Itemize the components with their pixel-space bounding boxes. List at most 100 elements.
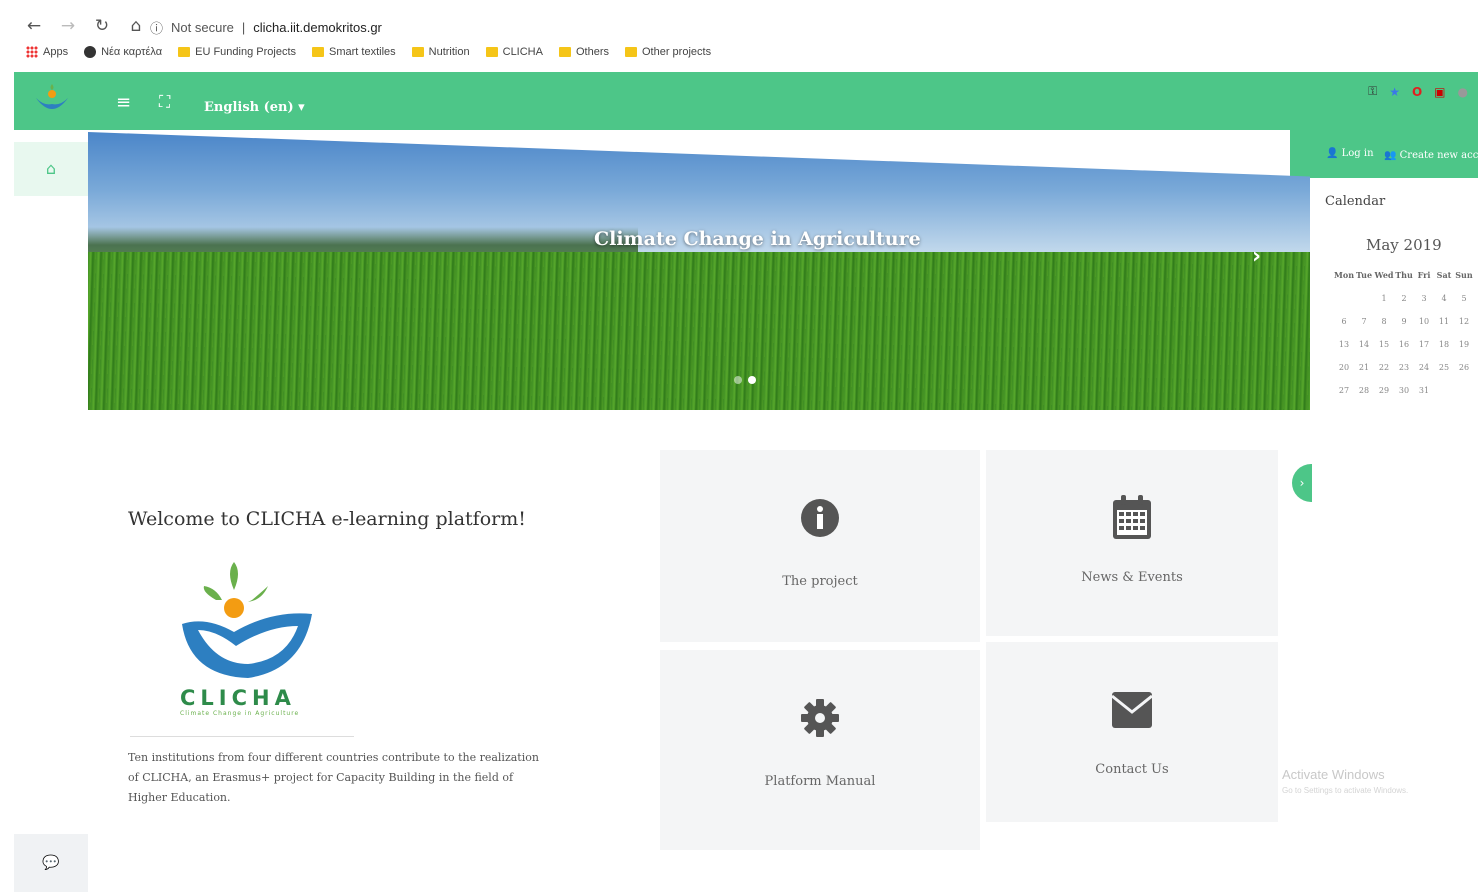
calendar-day[interactable]: 19	[1454, 340, 1474, 349]
calendar-day	[1334, 294, 1354, 303]
calendar-day[interactable]: 3	[1414, 294, 1434, 303]
calendar-day[interactable]: 4	[1434, 294, 1454, 303]
carousel-indicators	[734, 376, 756, 384]
calendar-day[interactable]: 7	[1354, 317, 1374, 326]
bookmark-other-projects[interactable]: Other projects	[624, 46, 711, 58]
calendar-day[interactable]: 30	[1394, 386, 1414, 395]
calendar-day	[1354, 294, 1374, 303]
chevron-right-icon: ›	[1299, 476, 1305, 490]
calendar-day[interactable]: 13	[1334, 340, 1354, 349]
banner-title: Climate Change in Agriculture	[594, 228, 921, 250]
extension-icons: ⚿ ★ O ▣ ●	[1368, 84, 1468, 99]
reload-icon[interactable]: ↻	[92, 16, 112, 36]
messages-button[interactable]: 💬	[14, 834, 88, 892]
calendar-icon	[1113, 495, 1151, 539]
globe-icon	[84, 46, 97, 58]
calendar-day[interactable]: 5	[1454, 294, 1474, 303]
calendar-day[interactable]: 16	[1394, 340, 1414, 349]
pdf-icon[interactable]: ▣	[1434, 85, 1445, 99]
carousel-dot[interactable]	[734, 376, 742, 384]
chevron-right-icon[interactable]: ›	[1252, 244, 1261, 269]
drawer-toggle-button[interactable]: ›	[1292, 464, 1312, 502]
bookmark-smart-textiles[interactable]: Smart textiles	[312, 46, 396, 58]
calendar-day[interactable]: 23	[1394, 363, 1414, 372]
forward-icon[interactable]: →	[58, 16, 78, 36]
profile-icon[interactable]: ●	[1458, 85, 1468, 99]
browser-toolbar: ← → ↻ ⌂ ⓘ Not secure | clicha.iit.demokr…	[0, 0, 1478, 72]
folder-icon	[312, 47, 325, 57]
tile-label: Contact Us	[1095, 762, 1169, 777]
tile-label: Platform Manual	[764, 774, 876, 789]
home-icon[interactable]: ⌂	[126, 16, 146, 36]
tile-contact-us[interactable]: Contact Us	[986, 642, 1278, 822]
envelope-icon	[1111, 692, 1153, 728]
user-plus-icon: 👥	[1384, 150, 1397, 161]
calendar-title: Calendar	[1325, 194, 1386, 209]
calendar-day[interactable]: 29	[1374, 386, 1394, 395]
language-selector[interactable]: English (en) ▾	[204, 100, 305, 115]
calendar-day[interactable]: 11	[1434, 317, 1454, 326]
logo-tagline: Climate Change in Agriculture	[180, 710, 300, 717]
home-nav-button[interactable]: ⌂	[14, 142, 88, 196]
carousel-dot[interactable]	[748, 376, 756, 384]
fullscreen-icon[interactable]: ⛶	[159, 92, 170, 112]
calendar-day[interactable]: 31	[1414, 386, 1434, 395]
bookmark-others[interactable]: Others	[558, 46, 609, 58]
security-label: Not secure	[171, 20, 234, 35]
calendar-day[interactable]: 10	[1414, 317, 1434, 326]
comments-icon: 💬	[42, 855, 60, 871]
bookmark-clicha[interactable]: CLICHA	[485, 46, 543, 58]
windows-watermark-title: Activate Windows	[1282, 767, 1385, 782]
calendar-weekday: Sun	[1455, 270, 1473, 280]
calendar-day[interactable]: 9	[1394, 317, 1414, 326]
calendar-day[interactable]: 8	[1374, 317, 1394, 326]
calendar-weekday: Tue	[1355, 270, 1373, 280]
menu-icon[interactable]: ≡	[116, 92, 131, 113]
back-icon[interactable]: ←	[24, 16, 44, 36]
calendar-day[interactable]: 2	[1394, 294, 1414, 303]
calendar-day[interactable]: 25	[1434, 363, 1454, 372]
bookmark-apps[interactable]: Apps	[26, 46, 68, 58]
windows-watermark-text: Go to Settings to activate Windows.	[1282, 786, 1409, 795]
banner-field	[88, 252, 1310, 410]
folder-icon	[178, 47, 191, 57]
tile-the-project[interactable]: The project	[660, 450, 980, 642]
calendar-day[interactable]: 18	[1434, 340, 1454, 349]
folder-icon	[411, 47, 424, 57]
address-bar[interactable]: ⓘ Not secure | clicha.iit.demokritos.gr	[150, 18, 382, 37]
calendar-day[interactable]: 24	[1414, 363, 1434, 372]
calendar-day[interactable]: 20	[1334, 363, 1354, 372]
calendar-month: May 2019	[1366, 236, 1442, 254]
login-link[interactable]: 👤 Log in	[1326, 148, 1374, 159]
opera-icon[interactable]: O	[1412, 85, 1422, 99]
user-icon: 👤	[1326, 148, 1339, 159]
calendar-day[interactable]: 1	[1374, 294, 1394, 303]
calendar-day[interactable]: 17	[1414, 340, 1434, 349]
bookmark-nutrition[interactable]: Nutrition	[411, 46, 470, 58]
gear-icon	[801, 699, 839, 737]
create-account-link[interactable]: 👥 Create new account	[1384, 150, 1478, 161]
bookmarks-bar: Apps Νέα καρτέλα EU Funding Projects Sma…	[26, 46, 711, 58]
bookmark-new-tab[interactable]: Νέα καρτέλα	[84, 46, 162, 58]
bookmark-eu-funding[interactable]: EU Funding Projects	[178, 46, 296, 58]
calendar-weekday: Fri	[1417, 270, 1431, 280]
star-icon[interactable]: ★	[1389, 85, 1400, 99]
site-logo[interactable]	[30, 80, 74, 120]
calendar-day[interactable]: 28	[1354, 386, 1374, 395]
calendar-day[interactable]: 21	[1354, 363, 1374, 372]
calendar-day[interactable]: 26	[1454, 363, 1474, 372]
url-text[interactable]: clicha.iit.demokritos.gr	[253, 20, 382, 35]
calendar-day[interactable]: 15	[1374, 340, 1394, 349]
logo-wordmark: CLICHA	[180, 686, 296, 710]
calendar-day[interactable]: 12	[1454, 317, 1474, 326]
key-icon[interactable]: ⚿	[1368, 84, 1377, 99]
calendar-day[interactable]: 6	[1334, 317, 1354, 326]
tile-news-events[interactable]: News & Events	[986, 450, 1278, 636]
calendar-day[interactable]: 22	[1374, 363, 1394, 372]
tile-platform-manual[interactable]: Platform Manual	[660, 650, 980, 850]
folder-icon	[624, 47, 637, 57]
calendar-day[interactable]: 14	[1354, 340, 1374, 349]
calendar-weekday: Mon	[1334, 270, 1355, 280]
calendar-day[interactable]: 27	[1334, 386, 1354, 395]
divider	[130, 736, 354, 737]
